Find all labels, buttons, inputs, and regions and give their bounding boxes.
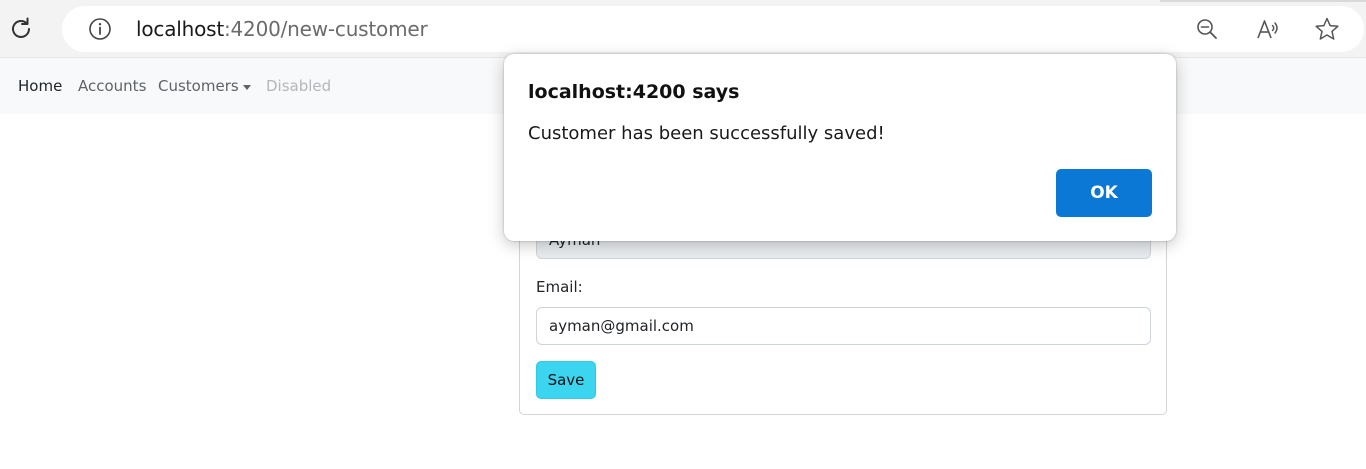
nav-accounts-link[interactable]: Accounts bbox=[78, 77, 146, 95]
url-host: localhost bbox=[136, 17, 224, 41]
browser-toolbar: localhost:4200/new-customer bbox=[0, 0, 1366, 58]
nav-customers-dropdown[interactable]: Customers bbox=[158, 77, 239, 95]
nav-home-link[interactable]: Home bbox=[18, 77, 62, 95]
dialog-title: localhost:4200 says bbox=[528, 81, 740, 103]
dialog-message: Customer has been successfully saved! bbox=[528, 123, 885, 144]
ok-button[interactable]: OK bbox=[1056, 169, 1152, 217]
nav-disabled-link: Disabled bbox=[266, 77, 332, 95]
info-icon[interactable] bbox=[88, 17, 112, 41]
email-label: Email: bbox=[536, 278, 583, 296]
url-path: :4200/new-customer bbox=[223, 17, 428, 41]
url-text[interactable]: localhost:4200/new-customer bbox=[136, 18, 428, 40]
reload-icon[interactable] bbox=[6, 14, 36, 44]
read-aloud-icon[interactable] bbox=[1255, 16, 1281, 42]
save-button[interactable]: Save bbox=[536, 361, 596, 399]
alert-dialog: localhost:4200 says Customer has been su… bbox=[504, 54, 1176, 241]
zoom-out-icon[interactable] bbox=[1194, 16, 1220, 42]
chevron-down-icon[interactable] bbox=[243, 85, 251, 90]
favorite-star-icon[interactable] bbox=[1314, 16, 1340, 42]
tab-strip-edge bbox=[1160, 0, 1366, 2]
email-field[interactable]: ayman@gmail.com bbox=[536, 307, 1151, 345]
address-bar[interactable]: localhost:4200/new-customer bbox=[62, 6, 1364, 52]
